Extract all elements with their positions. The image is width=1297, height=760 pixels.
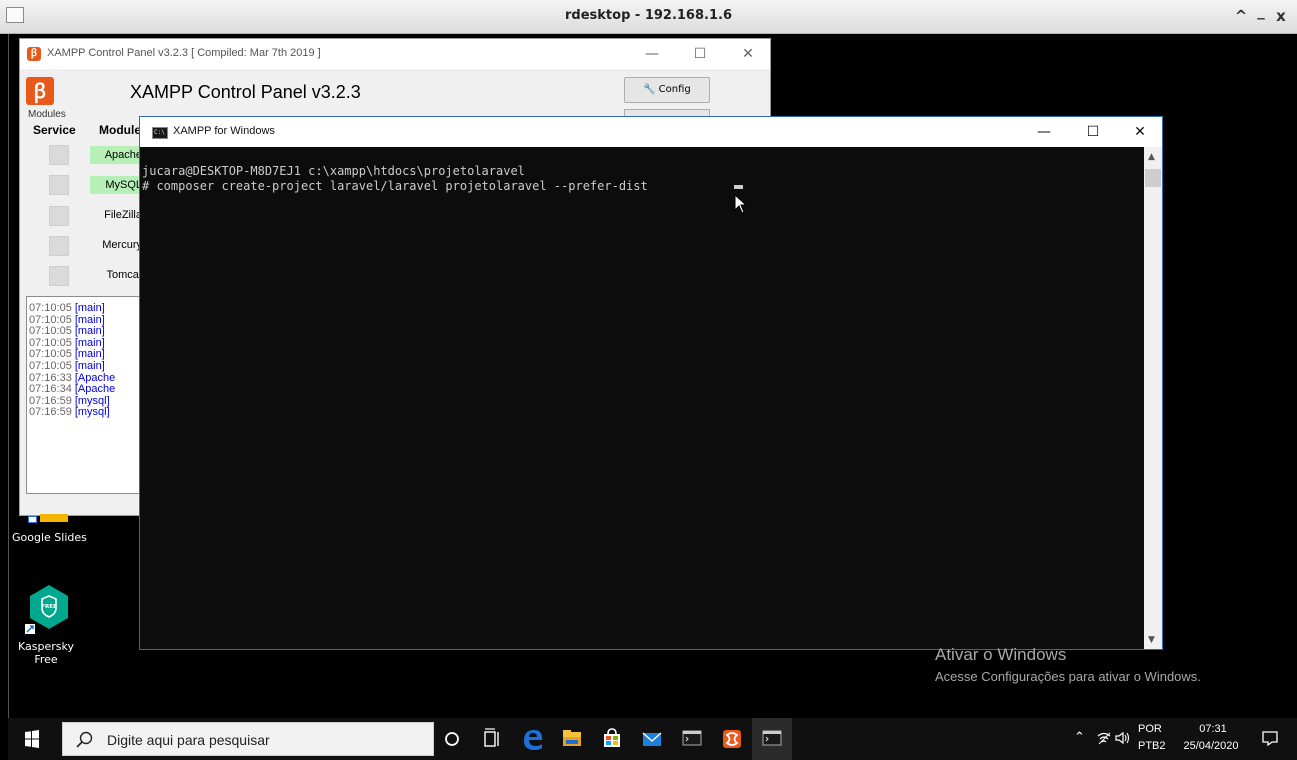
task-view-icon[interactable] (472, 718, 512, 760)
log-module: [main] (74, 313, 105, 326)
scrollbar[interactable]: ▲ ▼ (1144, 147, 1162, 649)
log-module: [mysql] (74, 406, 110, 419)
minimize-icon[interactable]: — (638, 44, 666, 64)
text-cursor (734, 185, 743, 189)
chevron-up-icon[interactable]: ⌃ (1074, 730, 1085, 745)
close-icon[interactable]: ✕ (734, 44, 762, 64)
kaspersky-label-text: Kaspersky Free (18, 640, 74, 666)
language-indicator[interactable]: POR (1138, 723, 1162, 735)
kaspersky-label[interactable]: Kaspersky Free (16, 640, 76, 666)
screen: rdesktop - 192.168.1.6 ^ _ x ꞵ XAMPP Con… (0, 0, 1297, 760)
xampp-logo-icon: ꞵ (27, 47, 41, 61)
activation-subtitle: Acesse Configurações para ativar o Windo… (935, 669, 1201, 684)
wrench-icon: 🔧 (643, 84, 656, 95)
maximize-button[interactable]: ^ (1232, 7, 1250, 25)
xampp-window-title: XAMPP Control Panel v3.2.3 [ Compiled: M… (47, 47, 321, 59)
xampp-heading: XAMPP Control Panel v3.2.3 (130, 82, 361, 102)
service-checkbox-mysql[interactable] (49, 175, 69, 195)
log-module: [main] (74, 348, 105, 361)
search-box[interactable]: Digite aqui para pesquisar (62, 722, 434, 756)
service-column-header: Service (33, 123, 76, 137)
shortcut-arrow-icon (28, 516, 37, 523)
console-command-line: # composer create-project laravel/larave… (142, 179, 648, 193)
log-time: 07:10:05 (29, 302, 72, 314)
clock-time[interactable]: 07:31 (1188, 723, 1238, 735)
service-checkbox-tomcat[interactable] (49, 266, 69, 286)
store-icon[interactable] (592, 718, 632, 760)
config-label: Config (658, 84, 691, 95)
xampp-shell-taskbar-icon[interactable] (752, 718, 792, 760)
xampp-logo-icon: ꞵ (26, 77, 54, 105)
mouse-pointer-icon (734, 194, 748, 214)
console-output[interactable]: jucara@DESKTOP-M8D7EJ1 c:\xampp\htdocs\p… (140, 147, 1144, 649)
clock-date[interactable]: 25/04/2020 (1171, 740, 1251, 752)
log-time: 07:10:05 (29, 348, 72, 361)
wifi-icon[interactable] (1096, 730, 1112, 746)
service-checkbox-mercury[interactable] (49, 236, 69, 256)
cmd-window-title: XAMPP for Windows (173, 125, 275, 137)
modules-label: Modules (28, 109, 66, 120)
xampp-titlebar[interactable]: ꞵ XAMPP Control Panel v3.2.3 [ Compiled:… (20, 39, 770, 69)
windows-start-icon[interactable] (8, 718, 56, 760)
google-slides-label[interactable]: Google Slides (12, 531, 87, 544)
log-time: 07:10:05 (29, 336, 72, 349)
rdesktop-titlebar[interactable]: rdesktop - 192.168.1.6 ^ _ x (0, 0, 1297, 34)
log-module: [Apache (74, 371, 116, 384)
log-panel[interactable]: 07:10:05 [main] 07:10:05 [main] 07:10:05 [m… (26, 296, 156, 494)
log-module: [main] (74, 336, 105, 349)
google-slides-icon[interactable] (26, 514, 68, 523)
kaspersky-icon[interactable]: FREE (24, 584, 74, 636)
close-button[interactable]: x (1272, 7, 1290, 25)
log-time: 07:16:59 (29, 394, 72, 407)
maximize-icon[interactable]: ☐ (1079, 122, 1107, 142)
log-time: 07:16:59 (29, 406, 72, 419)
taskbar: Digite aqui para pesquisar ⌃ POR PTB2 07… (8, 718, 1297, 760)
log-time: 07:16:34 (29, 383, 72, 396)
command-prompt-icon[interactable] (672, 718, 712, 760)
xampp-icon[interactable] (712, 718, 752, 760)
log-time: 07:10:05 (29, 313, 72, 326)
cmd-titlebar[interactable]: C:\ XAMPP for Windows — ☐ ✕ (140, 117, 1162, 147)
log-time: 07:16:33 (29, 371, 72, 384)
scroll-down-icon[interactable]: ▼ (1148, 635, 1155, 645)
edge-browser-icon[interactable] (512, 718, 552, 760)
file-explorer-icon[interactable] (552, 718, 592, 760)
log-module: [mysql] (74, 394, 110, 407)
maximize-icon[interactable]: ☐ (686, 44, 714, 64)
scroll-up-icon[interactable]: ▲ (1148, 152, 1155, 162)
kaspersky-badge: FREE (41, 604, 57, 610)
scroll-thumb[interactable] (1145, 169, 1161, 187)
log-module: [Apache (74, 383, 116, 396)
log-time: 07:10:05 (29, 325, 72, 338)
log-module: [main] (74, 302, 105, 314)
rdesktop-title: rdesktop - 192.168.1.6 (565, 8, 732, 23)
service-checkbox-filezilla[interactable] (49, 206, 69, 226)
log-module: [main] (74, 325, 105, 338)
slides-icon (40, 514, 68, 522)
cortana-icon[interactable] (432, 718, 472, 760)
config-button[interactable]: 🔧 Config (624, 77, 710, 103)
search-icon (76, 731, 93, 748)
mail-icon[interactable] (632, 718, 672, 760)
minimize-icon[interactable]: — (1030, 122, 1058, 142)
search-placeholder: Digite aqui para pesquisar (107, 732, 270, 748)
console-icon: C:\ (152, 127, 168, 139)
activation-title: Ativar o Windows (935, 645, 1067, 664)
keyboard-layout[interactable]: PTB2 (1138, 740, 1166, 752)
log-line: 07:16:59 [mysql] (27, 407, 155, 419)
xampp-shell-window: C:\ XAMPP for Windows — ☐ ✕ jucara@DESKT… (139, 116, 1163, 650)
service-checkbox-apache[interactable] (49, 145, 69, 165)
console-prompt-line: jucara@DESKTOP-M8D7EJ1 c:\xampp\htdocs\p… (142, 164, 525, 178)
volume-icon[interactable] (1114, 730, 1132, 746)
module-column-header: Module (99, 123, 141, 137)
notification-icon[interactable] (1260, 728, 1280, 748)
close-icon[interactable]: ✕ (1126, 122, 1154, 142)
minimize-button[interactable]: _ (1252, 2, 1270, 20)
log-time: 07:10:05 (29, 359, 72, 372)
log-module: [main] (74, 359, 105, 372)
